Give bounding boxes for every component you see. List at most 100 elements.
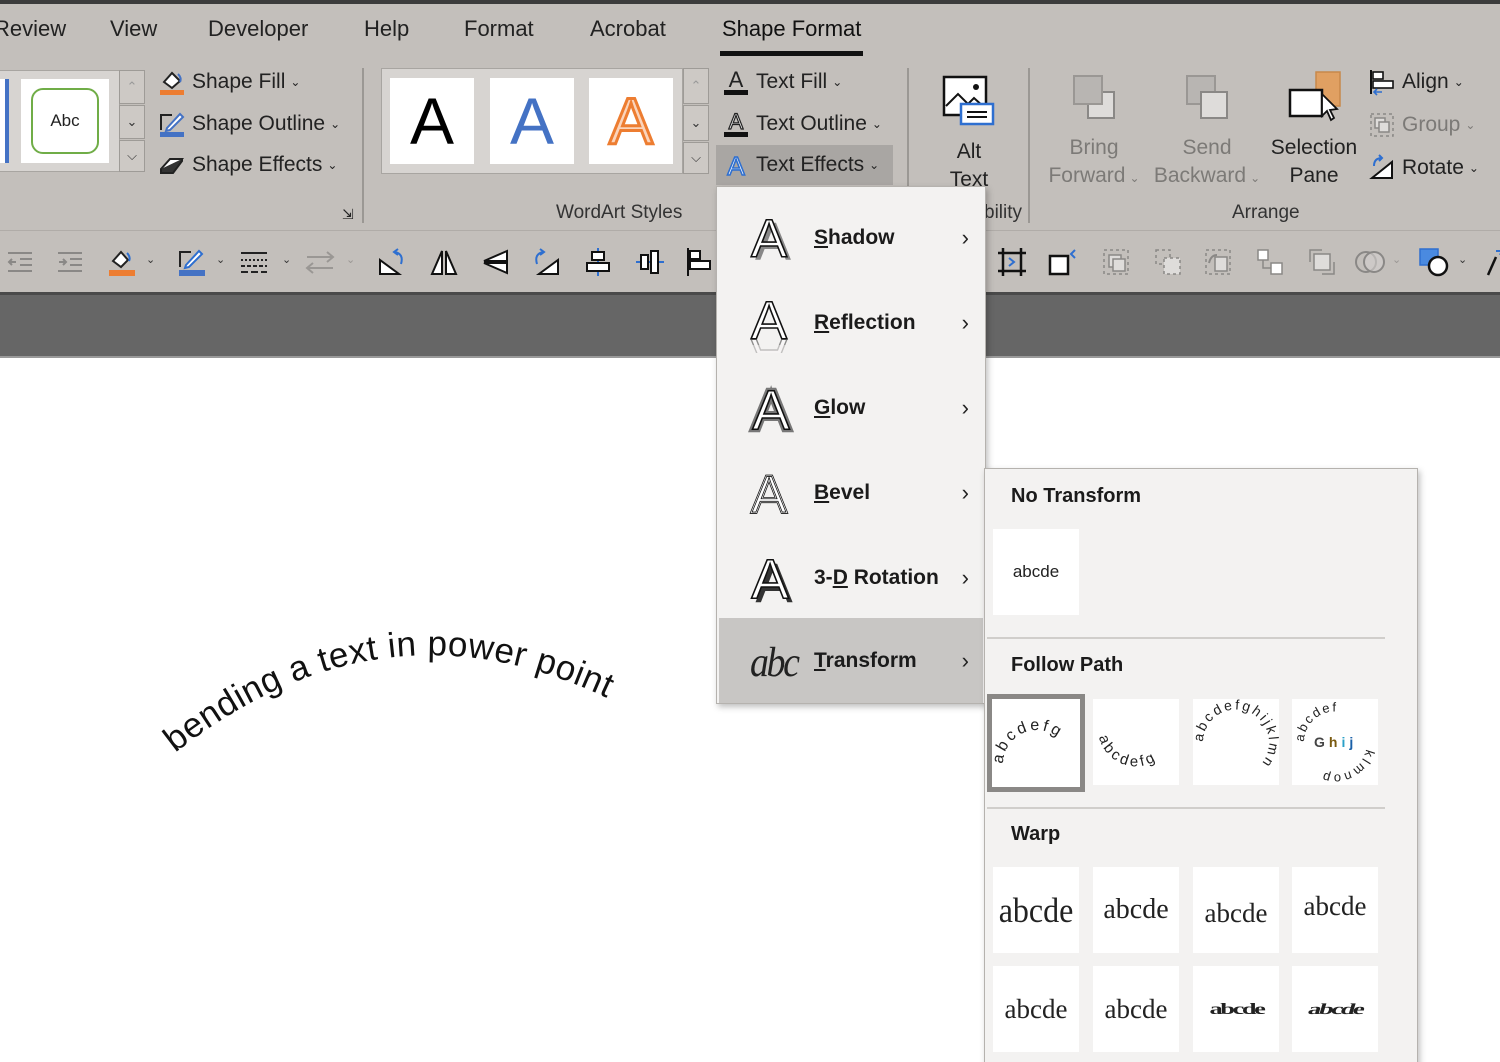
menu-item-3d-rotation[interactable]: AA 3-D Rotation › (719, 535, 983, 620)
svg-text:abc: abc (750, 641, 800, 681)
menu-item-bevel[interactable]: AA Bevel › (719, 450, 983, 535)
gallery-scroll-up[interactable]: ⌃ (119, 70, 145, 104)
shape-effects-button[interactable]: Shape Effects ⌄ (158, 151, 337, 179)
svg-text:A: A (751, 550, 789, 606)
shape-style-green-outline[interactable]: Abc (21, 79, 109, 163)
decrease-indent-icon[interactable] (4, 247, 36, 277)
chevron-down-icon[interactable]: ⌄ (146, 253, 155, 266)
alt-text-button[interactable]: Alt Text (936, 74, 1002, 194)
chevron-down-icon: ⌄ (1465, 118, 1476, 132)
line-color-icon[interactable] (176, 247, 208, 277)
align-button[interactable]: Align ⌄ (1368, 68, 1464, 96)
svg-text:A: A (727, 151, 745, 179)
arrow-style-icon[interactable] (304, 247, 336, 277)
edit-points-icon[interactable] (1484, 247, 1500, 277)
warp-option-chevron-down[interactable]: abcde (993, 966, 1079, 1052)
follow-path-arch-down[interactable]: abcdefg (1093, 699, 1179, 785)
wordart-style-orange-outline[interactable]: A (589, 78, 673, 164)
text-outline-button[interactable]: A Text Outline ⌄ (722, 110, 882, 138)
chevron-right-icon: › (961, 394, 969, 420)
regroup-icon[interactable] (1202, 247, 1234, 277)
edit-shape-icon[interactable] (1046, 247, 1078, 277)
shape-style-preview: Abc (31, 88, 99, 154)
bring-forward-button[interactable]: Bring Forward ⌄ (1044, 70, 1144, 192)
align-center-icon[interactable] (582, 247, 614, 277)
warp-option-arch-up[interactable]: abcde (1292, 966, 1378, 1052)
flip-vertical-icon[interactable] (480, 247, 512, 277)
shape-outline-button[interactable]: Shape Outline ⌄ (158, 110, 340, 138)
menu-item-reflection[interactable]: AA Reflection › (719, 280, 983, 365)
chevron-down-icon: ⌄ (290, 75, 301, 89)
line-style-icon[interactable] (238, 247, 270, 277)
shape-fill-button[interactable]: Shape Fill ⌄ (158, 68, 300, 96)
bevel-a-icon: AA (747, 467, 817, 519)
gallery-scroll-down[interactable]: ⌄ (119, 105, 145, 139)
menu-item-shadow[interactable]: AA Shadow › (719, 195, 983, 280)
text-effects-icon: A (722, 151, 750, 179)
fill-color-icon[interactable] (106, 247, 138, 277)
text-fill-button[interactable]: A Text Fill ⌄ (722, 68, 842, 96)
chevron-down-icon[interactable]: ⌄ (216, 253, 225, 266)
warp-option-ring-inside[interactable]: abcde (1093, 966, 1179, 1052)
tab-view[interactable]: View (110, 16, 157, 42)
menu-item-glow[interactable]: AA Glow › (719, 365, 983, 450)
follow-path-circle[interactable]: abcdefghijklmn (1193, 699, 1279, 785)
chevron-down-icon[interactable]: ⌄ (346, 253, 355, 266)
merge-shapes-icon[interactable] (1354, 247, 1386, 277)
chevron-down-icon[interactable]: ⌄ (1458, 253, 1467, 266)
wordart-style-blue[interactable]: A (490, 78, 574, 164)
wordart-scroll-down[interactable]: ⌄ (683, 105, 709, 141)
gallery-more[interactable]: ⌵ (119, 140, 145, 172)
ungroup-icon[interactable] (1152, 247, 1184, 277)
tab-review[interactable]: Review (0, 16, 66, 42)
change-shape-icon[interactable] (1418, 247, 1450, 277)
group-objects-icon[interactable] (1100, 247, 1132, 277)
chevron-right-icon: › (961, 224, 969, 250)
warp-option-square[interactable]: abcde (993, 867, 1079, 953)
increase-indent-icon[interactable] (54, 247, 86, 277)
wordart-gallery: A A A (381, 68, 683, 174)
align-middle-icon[interactable] (634, 247, 666, 277)
send-backward-icon (1179, 70, 1235, 134)
wordart-scroll-up[interactable]: ⌃ (683, 68, 709, 104)
warp-option-triangle-inverted[interactable]: abcde (1193, 867, 1279, 953)
bring-to-front-icon[interactable] (1254, 247, 1286, 277)
tab-help[interactable]: Help (364, 16, 409, 42)
flip-horizontal-icon[interactable] (428, 247, 460, 277)
group-button[interactable]: Group ⌄ (1368, 111, 1475, 139)
align-left-icon[interactable] (684, 247, 716, 277)
warp-option-chevron-up[interactable]: abcde (1292, 867, 1378, 953)
crop-icon[interactable] (996, 247, 1028, 277)
tab-format[interactable]: Format (464, 16, 534, 42)
rotate-right-icon[interactable] (530, 247, 562, 277)
dialog-launcher-icon[interactable]: ⇲ (342, 206, 354, 223)
chevron-down-icon[interactable]: ⌄ (1392, 253, 1401, 266)
warp-option-triangle[interactable]: abcde (1093, 867, 1179, 953)
svg-text:abcdefg: abcdefg (990, 717, 1067, 765)
text-outline-icon: A (722, 110, 750, 138)
svg-text:A: A (752, 381, 790, 435)
warp-heading: Warp (1011, 823, 1061, 845)
send-backward-button[interactable]: Send Backward ⌄ (1150, 70, 1264, 192)
follow-path-button[interactable]: abcdef Ghij klmnop (1292, 699, 1378, 785)
rotate-left-icon[interactable] (376, 247, 408, 277)
svg-text:abcdefg: abcdefg (1095, 732, 1160, 770)
no-transform-option[interactable]: abcde (993, 529, 1079, 615)
send-to-back-icon[interactable] (1306, 247, 1338, 277)
group-label-accessibility: bility (984, 202, 1023, 223)
menu-item-transform[interactable]: abc Transform › (719, 618, 983, 703)
follow-path-arch[interactable]: abcdefg (987, 694, 1085, 792)
shape-style-blue[interactable] (0, 79, 9, 163)
wordart-more[interactable]: ⌵ (683, 142, 709, 174)
tab-developer[interactable]: Developer (208, 16, 308, 42)
bring-forward-icon (1066, 70, 1122, 134)
chevron-down-icon[interactable]: ⌄ (282, 253, 291, 266)
tab-acrobat[interactable]: Acrobat (590, 16, 666, 42)
tab-shape-format[interactable]: Shape Format (719, 16, 864, 56)
text-effects-button[interactable]: A Text Effects ⌄ (716, 145, 894, 185)
rotate-button[interactable]: Rotate ⌄ (1368, 154, 1479, 182)
wordart-style-black[interactable]: A (390, 78, 474, 164)
warp-option-ring-outside[interactable]: abcde (1193, 966, 1279, 1052)
chevron-down-icon: ⌄ (1453, 75, 1464, 89)
selection-pane-button[interactable]: Selection Pane (1268, 70, 1360, 190)
